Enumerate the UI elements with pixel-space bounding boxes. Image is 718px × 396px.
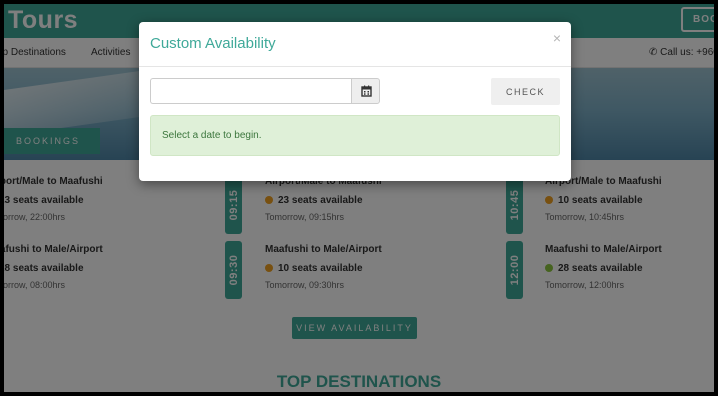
date-input[interactable] (150, 78, 351, 104)
modal-header: Custom Availability × (139, 22, 571, 67)
calendar-button[interactable] (351, 78, 380, 104)
modal-title: Custom Availability (150, 35, 276, 52)
calendar-icon (361, 85, 372, 97)
page: Tours BOOK NOW Top Destinations Activiti… (4, 4, 714, 392)
custom-availability-modal: Custom Availability × CHECK Select a dat… (139, 22, 571, 181)
info-alert: Select a date to begin. (150, 115, 560, 156)
check-button[interactable]: CHECK (491, 78, 560, 105)
close-icon[interactable]: × (553, 30, 561, 46)
